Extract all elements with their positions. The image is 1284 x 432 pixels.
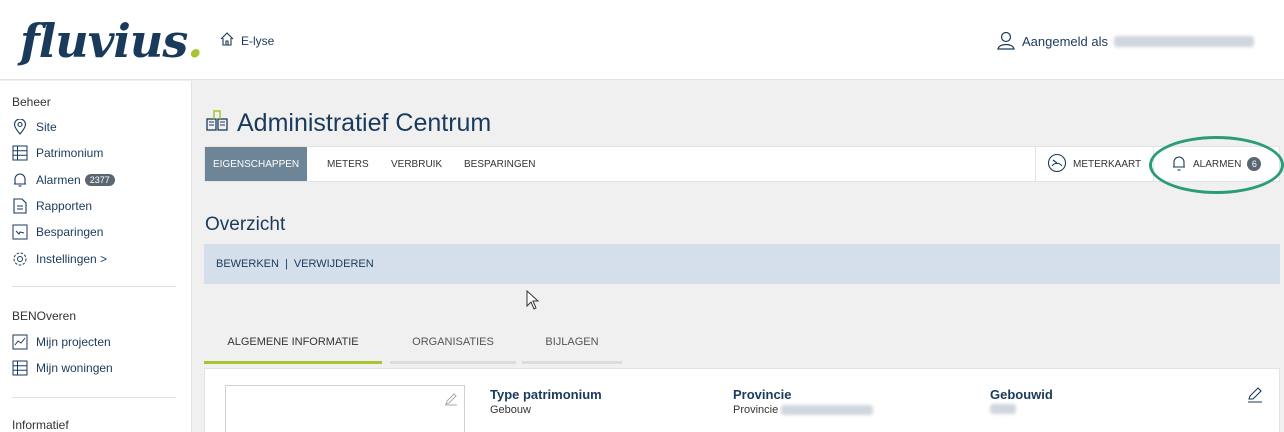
sidebar-item-patrimonium[interactable]: Patrimonium [12,143,103,163]
sidebar-item-label: Instellingen > [36,252,108,266]
sidebar: Beheer Site Patrimonium Alarmen 2377 Rap… [0,81,192,432]
info-card: Type patrimonium Gebouw Provincie Provin… [204,368,1280,432]
meterkaart-label: METERKAART [1073,158,1142,170]
sidebar-item-label: Alarmen [36,173,81,187]
page-title-text: Administratief Centrum [237,109,492,137]
logo-text: fluvius [20,14,188,68]
field-value: Provincie [733,404,874,416]
redacted-gebouwid [990,404,1016,414]
sidebar-item-label: Rapporten [36,199,93,213]
savings-icon [12,224,28,240]
subtab-underline [390,361,516,364]
subtab-algemene-informatie[interactable]: ALGEMENE INFORMATIE [204,320,382,364]
list-grid-icon [12,360,28,376]
sidebar-section-beheer: Beheer [12,95,51,109]
sidebar-item-mijn-woningen[interactable]: Mijn woningen [12,358,113,378]
alarm-count-badge: 2377 [84,174,115,186]
gauge-icon [1047,153,1067,176]
sidebar-item-alarmen[interactable]: Alarmen 2377 [12,170,115,190]
bell-icon [12,172,28,188]
user-label: Aangemeld als [1022,34,1108,49]
delete-link[interactable]: VERWIJDEREN [294,258,374,270]
subtab-underline [522,361,622,364]
chart-icon [12,334,28,350]
tab-meters[interactable]: METERS [327,147,369,181]
edit-pencil-icon[interactable] [1247,387,1263,408]
user-menu[interactable]: Aangemeld als [996,30,1254,53]
sidebar-section-benoveren: BENOveren [12,309,77,323]
field-value-text: Gebouw [490,404,531,416]
app-home-link[interactable]: E-lyse [219,31,274,50]
sidebar-item-label: Mijn projecten [36,335,111,349]
page-title: Administratief Centrum [205,108,491,139]
tab-verbruik[interactable]: VERBRUIK [391,147,442,181]
logo-dot: . [187,14,203,68]
subtab-label: ORGANISATIES [412,336,494,348]
list-grid-icon [12,145,28,161]
edit-pencil-icon[interactable] [444,392,458,411]
image-placeholder [225,385,465,432]
sidebar-section-informatief: Informatief [12,418,69,432]
sidebar-item-besparingen[interactable]: Besparingen [12,222,103,242]
sidebar-divider [12,286,176,287]
subtab-label: ALGEMENE INFORMATIE [227,336,359,348]
section-title-overzicht: Overzicht [205,214,286,235]
building-home-icon [219,31,235,50]
sidebar-item-label: Besparingen [36,225,104,239]
field-provincie: Provincie Provincie [733,387,874,416]
redacted-provincie [781,405,874,415]
field-value [990,404,1053,414]
main-tabbar: EIGENSCHAPPEN METERS VERBRUIK BESPARINGE… [204,146,1280,182]
edit-link[interactable]: BEWERKEN [216,258,279,270]
field-type-patrimonium: Type patrimonium Gebouw [490,387,602,416]
document-icon [12,198,28,214]
tab-divider [1035,147,1036,181]
subtab-bijlagen[interactable]: BIJLAGEN [522,320,622,364]
sidebar-item-mijn-projecten[interactable]: Mijn projecten [12,332,111,352]
user-icon [996,30,1016,53]
action-bar: BEWERKEN | VERWIJDEREN [204,244,1280,284]
fluvius-logo[interactable]: fluvius. [20,14,203,68]
sidebar-item-rapporten[interactable]: Rapporten [12,196,92,216]
sidebar-item-instellingen[interactable]: Instellingen > [12,249,107,269]
mouse-cursor-icon [526,289,540,315]
highlight-annotation [1149,136,1284,194]
top-header: fluvius. E-lyse Aangemeld als [0,0,1284,80]
building-icon [205,108,229,139]
subtab-label: BIJLAGEN [545,336,599,348]
sidebar-item-label: Site [36,120,57,134]
subtab-underline [204,361,382,364]
tab-besparingen[interactable]: BESPARINGEN [464,147,536,181]
app-name: E-lyse [241,33,275,48]
sidebar-divider [12,397,176,398]
gear-icon [12,251,28,267]
field-gebouwid: Gebouwid [990,387,1053,414]
location-pin-icon [12,119,28,135]
sidebar-item-site[interactable]: Site [12,117,57,137]
subtab-organisaties[interactable]: ORGANISATIES [390,320,516,364]
tab-eigenschappen[interactable]: EIGENSCHAPPEN [205,147,308,181]
field-label: Provincie [733,387,792,402]
field-label: Gebouwid [990,387,1053,402]
field-value-text: Provincie [733,404,779,416]
field-label: Type patrimonium [490,387,602,402]
sidebar-item-label: Mijn woningen [36,361,113,375]
sidebar-item-label: Patrimonium [36,146,104,160]
redacted-username [1114,36,1254,47]
action-separator: | [284,258,288,270]
meterkaart-button[interactable]: METERKAART [1047,147,1141,181]
field-value: Gebouw [490,404,602,416]
